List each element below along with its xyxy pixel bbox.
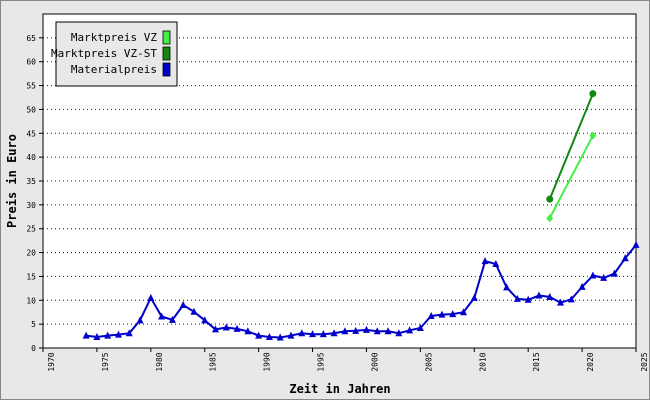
y-axis-label: Preis in Euro [5,134,19,228]
legend-label: Marktpreis VZ-ST [51,47,157,60]
x-axis-ticks: 1970 1975 1980 1985 1990 1995 2000 2005 2010 2015… [42,348,649,372]
x-tick-label: 2010 [478,352,487,371]
legend-swatch [162,46,171,61]
legend-label: Materialpreis [71,63,157,76]
chart-frame: 0 5 10 15 20 25 30 35 40 45 50 55 60 65 1970 1975 1980 1… [0,0,650,400]
x-tick-label: 1995 [317,352,326,371]
y-tick-label: 25 [26,225,36,234]
y-tick-label: 35 [26,177,36,186]
y-tick-label: 15 [26,272,36,281]
x-tick-label: 2015 [532,352,541,371]
legend-swatch [162,62,171,77]
x-tick-label: 2005 [424,352,433,371]
x-tick-label: 1980 [155,352,164,371]
y-tick-label: 50 [26,105,36,114]
x-tick-label: 2000 [370,352,379,371]
x-tick-label: 2025 [640,352,649,371]
legend: Marktpreis VZ Marktpreis VZ-ST Materialpre… [51,21,178,87]
y-tick-label: 55 [26,82,36,91]
x-tick-label: 1990 [263,352,272,371]
x-tick-label: 1985 [209,352,218,371]
legend-swatch [162,30,171,45]
y-tick-label: 5 [31,320,36,329]
y-tick-label: 45 [26,129,36,138]
x-tick-label: 1970 [47,352,56,371]
y-tick-label: 0 [31,344,36,353]
legend-label: Marktpreis VZ [71,31,157,44]
x-axis-label: Zeit in Jahren [289,382,390,396]
y-tick-label: 40 [26,153,36,162]
y-tick-label: 65 [26,34,36,43]
line-chart: 05101520253035404550556065 1970 1975 1980 1… [5,13,649,396]
y-tick-label: 20 [26,249,36,258]
y-tick-label: 60 [26,58,36,67]
x-tick-label: 1975 [101,352,110,371]
y-tick-label: 10 [26,296,36,305]
data-point [546,195,554,203]
x-tick-label: 2020 [586,352,595,371]
y-axis-ticks: 0 5 10 15 20 25 30 35 40 45 50 55 60 65 [26,34,43,353]
data-point [589,90,597,98]
y-tick-label: 30 [26,201,36,210]
